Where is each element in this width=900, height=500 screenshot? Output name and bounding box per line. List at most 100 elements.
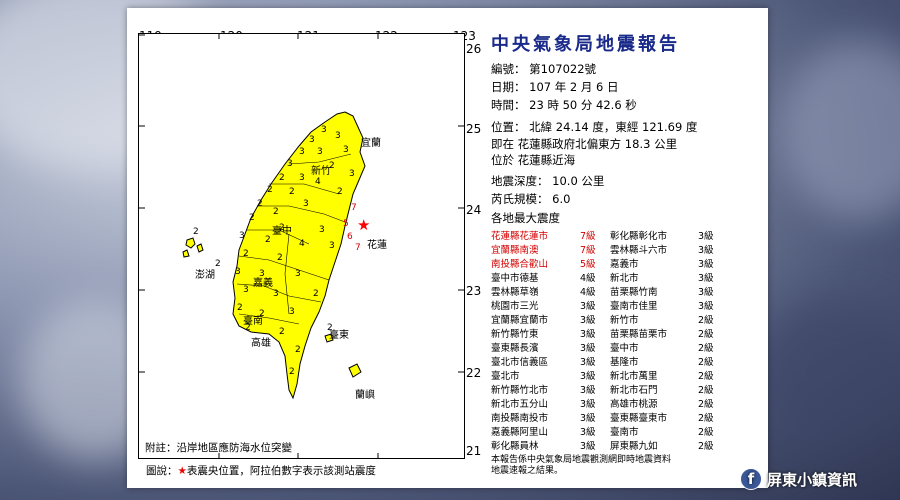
station-left: 新竹縣竹北市: [491, 385, 549, 396]
intensity-left: 5級: [580, 259, 596, 270]
intensity-left: 4級: [580, 287, 596, 298]
lat-label-23: 23: [466, 284, 482, 298]
svg-text:5: 5: [343, 219, 349, 229]
place-label-penghu: 澎湖: [195, 269, 215, 281]
place-label-taichung: 臺中: [272, 224, 292, 237]
report-position-detail-2: 位於 花蓮縣近海: [491, 153, 576, 167]
report-time: 時間： 23 時 50 分 42.6 秒: [491, 98, 637, 112]
svg-text:3: 3: [289, 307, 295, 317]
station-right: 新北市萬里: [610, 371, 658, 382]
svg-text:2: 2: [215, 259, 221, 269]
station-left: 臺東縣長濱: [491, 343, 539, 354]
legend-text: 表震央位置，阿拉伯數字表示該測站震度: [186, 465, 376, 477]
intensity-row: 臺中市德基 4級 新北市 3級: [491, 270, 738, 284]
intensity-left: 3級: [580, 441, 596, 452]
svg-text:4: 4: [299, 239, 305, 249]
station-left: 嘉義縣阿里山: [491, 427, 549, 438]
intensity-right: 2級: [698, 315, 714, 326]
place-label-lanyu: 蘭嶼: [355, 388, 375, 401]
intensity-left: 3級: [580, 399, 596, 410]
station-right: 嘉義市: [610, 259, 639, 270]
svg-text:3: 3: [321, 125, 327, 135]
svg-text:3: 3: [329, 241, 335, 251]
intensity-left: 3級: [580, 315, 596, 326]
svg-text:3: 3: [235, 267, 241, 277]
svg-text:3: 3: [295, 269, 301, 279]
footnote-line-2: 地震速報之結果。: [491, 466, 564, 476]
station-right: 苗栗縣苗栗市: [610, 329, 668, 340]
station-right: 屏東縣九如: [610, 441, 658, 452]
svg-text:2: 2: [193, 227, 199, 237]
intensity-right: 2級: [698, 343, 714, 354]
report-position: 位置： 北緯 24.14 度，東經 121.69 度: [491, 120, 698, 134]
intensity-right: 3級: [698, 273, 714, 284]
svg-text:2: 2: [313, 289, 319, 299]
svg-text:3: 3: [335, 131, 341, 141]
intensity-right: 2級: [698, 427, 714, 438]
orchid-island: [348, 363, 362, 378]
place-label-hsinchu: 新竹: [311, 164, 331, 177]
svg-text:2: 2: [257, 199, 263, 209]
intensity-right: 3級: [698, 301, 714, 312]
lat-label-26: 26: [466, 42, 482, 56]
intensity-right: 3級: [698, 287, 714, 298]
station-left: 花蓮縣花蓮市: [491, 231, 549, 242]
station-left: 南投縣合歡山: [491, 259, 549, 270]
station-left: 臺中市德基: [491, 273, 539, 284]
facebook-watermark: f 屏東小鎮資訊: [740, 466, 857, 492]
svg-text:2: 2: [265, 235, 271, 245]
svg-text:3: 3: [319, 225, 325, 235]
intensity-row: 南投縣南投市 3級 臺東縣臺東市 2級: [491, 410, 738, 424]
footnote-line-1: 本報告係中央氣象局地震觀測網即時地震資料: [491, 455, 672, 465]
svg-text:2: 2: [279, 327, 285, 337]
station-right: 臺南市佳里: [610, 301, 658, 312]
intensity-row: 桃園市三光 3級 臺南市佳里 3級: [491, 298, 738, 312]
svg-text:3: 3: [299, 147, 305, 157]
station-left: 臺北市: [491, 371, 520, 382]
station-left: 臺北市信義區: [491, 357, 549, 368]
station-left: 宜蘭縣宜蘭市: [491, 315, 549, 326]
intensity-right: 3級: [698, 259, 714, 270]
intensity-right: 2級: [698, 357, 714, 368]
svg-text:3: 3: [317, 147, 323, 157]
earthquake-report-card: 119 120 121 122 123 26 25 24 23 22 21: [127, 8, 768, 488]
intensity-row: 宜蘭縣南澳 7級 雲林縣斗六市 3級: [491, 242, 738, 256]
intensity-row: 嘉義縣阿里山 3級 臺南市 2級: [491, 424, 738, 438]
intensity-left: 3級: [580, 371, 596, 382]
intensity-row: 南投縣合歡山 5級 嘉義市 3級: [491, 256, 738, 270]
svg-text:2: 2: [243, 249, 249, 259]
station-right: 基隆市: [610, 357, 639, 368]
svg-text:7: 7: [351, 203, 357, 213]
taiwan-map: 333 333 323 234 222 223 223 324 322 333 …: [138, 33, 465, 459]
report-date: 日期： 107 年 2 月 6 日: [491, 80, 619, 94]
svg-text:3: 3: [243, 285, 249, 295]
svg-text:2: 2: [237, 303, 243, 313]
intensity-row: 臺北市信義區 3級 基隆市 2級: [491, 354, 738, 368]
intensity-left: 3級: [580, 427, 596, 438]
intensity-row: 花蓮縣花蓮市 7級 彰化縣彰化市 3級: [491, 228, 738, 242]
report-footnote: 本報告係中央氣象局地震觀測網即時地震資料 地震速報之結果。: [491, 455, 761, 477]
map-legend: 圖說：★表震央位置，阿拉伯數字表示該測站震度: [146, 463, 376, 478]
lat-label-21: 21: [466, 444, 482, 458]
station-right: 臺南市: [610, 427, 639, 438]
svg-text:2: 2: [277, 253, 283, 263]
station-left: 桃園市三光: [491, 301, 539, 312]
facebook-icon: f: [740, 468, 762, 490]
intensity-row: 臺北市 3級 新北市萬里 2級: [491, 368, 738, 382]
intensity-right: 3級: [698, 245, 714, 256]
intensity-table: 花蓮縣花蓮市 7級 彰化縣彰化市 3級 宜蘭縣南澳 7級 雲林縣斗六市 3級 南投縣合歡山 5級嘉…: [491, 228, 738, 452]
place-label-yilan: 宜蘭: [361, 136, 381, 149]
station-left: 南投縣南投市: [491, 413, 549, 424]
epicenter-star-icon: ★: [357, 216, 370, 234]
legend-prefix: 圖說：: [146, 465, 178, 477]
station-right: 雲林縣斗六市: [610, 245, 668, 256]
intensity-right: 2級: [698, 385, 714, 396]
intensity-left: 3級: [580, 343, 596, 354]
legend-star-icon: ★: [177, 465, 187, 477]
svg-text:2: 2: [289, 367, 295, 377]
lat-label-25: 25: [466, 122, 482, 136]
station-left: 新北市五分山: [491, 399, 549, 410]
svg-text:3: 3: [299, 173, 305, 183]
intensity-right: 2級: [698, 399, 714, 410]
intensity-left: 3級: [580, 413, 596, 424]
